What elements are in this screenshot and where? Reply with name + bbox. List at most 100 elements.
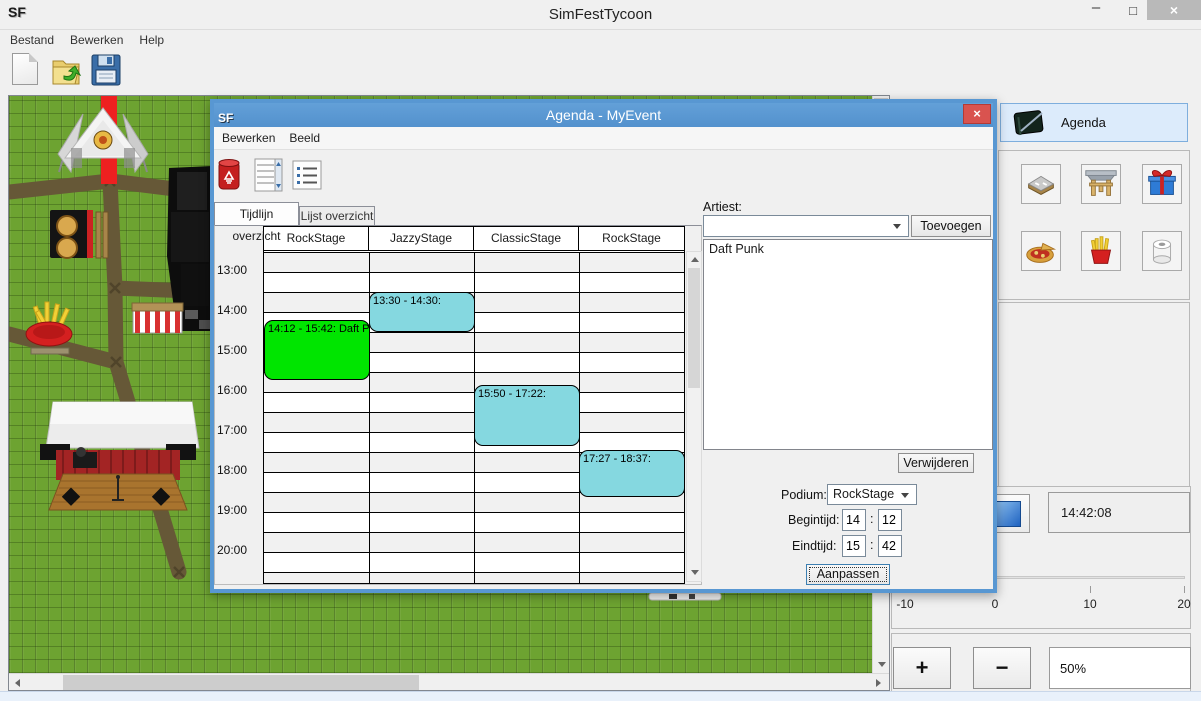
agenda-dialog: SF Agenda - MyEvent × Bewerken Beeld [210, 99, 997, 593]
map-hscroll-thumb[interactable] [63, 675, 419, 690]
scroll-down-icon[interactable] [691, 570, 699, 575]
scroll-left-icon[interactable] [15, 679, 20, 687]
window-bottom-edge [0, 691, 1201, 701]
hour-label: 14:00 [217, 303, 261, 317]
zoom-out-button[interactable]: − [973, 647, 1031, 689]
dialog-titlebar[interactable]: SF Agenda - MyEvent × [214, 103, 993, 127]
apply-button[interactable]: Aanpassen [806, 564, 890, 585]
shop-item-toilet-button[interactable] [1142, 231, 1182, 271]
schedule-scrollbar[interactable] [686, 251, 702, 582]
open-file-button[interactable] [50, 53, 86, 93]
tent-sliver-object[interactable] [649, 593, 721, 600]
begin-hour-input[interactable] [842, 509, 866, 531]
schedule-column-header: JazzyStage [369, 227, 474, 250]
hour-label: 16:00 [217, 383, 261, 397]
dialog-menu-bewerken[interactable]: Bewerken [222, 131, 275, 145]
schedule-column-header: ClassicStage [474, 227, 579, 250]
scroll-up-icon[interactable] [691, 257, 699, 262]
menubar: Bestand Bewerken Help [0, 29, 1201, 49]
agenda-button-label: Agenda [1061, 115, 1106, 130]
delete-event-button[interactable] [216, 157, 242, 198]
shop-item-gift-button[interactable] [1142, 164, 1182, 204]
burger-stand-object[interactable] [50, 210, 108, 258]
hour-label: 19:00 [217, 503, 261, 517]
schedule-body[interactable]: 14:12 - 15:42: Daft Punk13:30 - 14:30: 1… [264, 252, 684, 583]
zoom-value-box: 50% [1049, 647, 1191, 689]
shop-item-pizza-button[interactable] [1021, 231, 1061, 271]
save-button[interactable] [90, 53, 126, 93]
schedule-event[interactable]: 17:27 - 18:37: [579, 450, 684, 497]
end-hour-input[interactable] [842, 535, 866, 557]
pizza-stand-icon [1022, 231, 1060, 271]
app-window: SF SimFestTycoon – □ × Bestand Bewerken … [0, 0, 1201, 701]
shop-item-gate-button[interactable] [1081, 164, 1121, 204]
slider-tick [1184, 586, 1185, 593]
podium-label: Podium: [781, 488, 827, 502]
menu-bewerken[interactable]: Bewerken [70, 33, 123, 47]
dialog-close-button[interactable]: × [963, 104, 991, 124]
shop-item-fries-button[interactable] [1081, 231, 1121, 271]
chevron-down-icon [901, 493, 909, 498]
scroll-right-icon[interactable] [876, 679, 881, 687]
slider-label: 20 [1177, 597, 1190, 611]
agenda-button[interactable]: Agenda [1000, 103, 1188, 142]
fries-stand-icon [1082, 231, 1120, 271]
menu-bestand[interactable]: Bestand [10, 33, 54, 47]
striped-stall-object[interactable] [132, 303, 183, 333]
maximize-button[interactable]: □ [1116, 0, 1150, 22]
clock-display: 14:42:08 [1048, 492, 1190, 533]
menu-help[interactable]: Help [139, 33, 164, 47]
list-bullets-button[interactable] [292, 160, 322, 195]
artist-listbox[interactable]: Daft Punk [703, 239, 993, 450]
hour-label: 18:00 [217, 463, 261, 477]
scroll-down-icon[interactable] [878, 662, 886, 667]
schedule-gridbox: RockStageJazzyStageClassicStageRockStage… [263, 226, 685, 584]
hour-label: 20:00 [217, 543, 261, 557]
clock-value: 14:42:08 [1061, 505, 1112, 520]
tab-lijst-overzicht[interactable]: Lijst overzicht [299, 206, 375, 225]
podium-combobox[interactable]: RockStage [827, 484, 917, 505]
map-horizontal-scrollbar[interactable] [9, 673, 889, 690]
zoom-in-button[interactable]: + [893, 647, 951, 689]
play-icon [995, 501, 1021, 527]
schedule-grid: 13:0014:0015:0016:0017:0018:0019:0020:00… [214, 225, 702, 585]
shop-item-road-button[interactable] [1021, 164, 1061, 204]
schedule-event[interactable]: 15:50 - 17:22: [474, 385, 580, 446]
begin-minute-input[interactable] [878, 509, 902, 531]
tab-tijdlijn-overzicht[interactable]: Tijdlijn overzicht [214, 202, 299, 225]
toilet-paper-icon [1143, 231, 1181, 271]
add-artist-button[interactable]: Toevoegen [911, 215, 991, 237]
podium-combo-value: RockStage [833, 487, 894, 501]
list-item-artist[interactable]: Daft Punk [704, 240, 992, 258]
titlebar: SF SimFestTycoon – □ × [0, 0, 1201, 29]
dialog-menubar: Bewerken Beeld [214, 127, 993, 150]
dialog-menu-beeld[interactable]: Beeld [289, 131, 320, 145]
end-minute-input[interactable] [878, 535, 902, 557]
main-stage-object[interactable] [40, 402, 199, 510]
zoom-value: 50% [1060, 661, 1086, 676]
info-panel-group [998, 302, 1190, 488]
slider-label: -10 [896, 597, 913, 611]
road-tile-icon [1022, 164, 1060, 204]
time-colon: : [870, 538, 873, 552]
new-file-button[interactable] [12, 53, 48, 93]
list-bullets-icon [292, 160, 322, 190]
gift-shop-icon [1143, 164, 1181, 204]
schedule-event[interactable]: 14:12 - 15:42: Daft Punk [264, 320, 370, 380]
end-time-label: Eindtijd: [792, 539, 836, 553]
open-folder-icon [50, 53, 84, 89]
artist-combobox[interactable] [703, 215, 909, 237]
schedule-scroll-thumb[interactable] [688, 268, 700, 388]
schedule-event[interactable]: 13:30 - 14:30: [369, 292, 475, 332]
list-details-icon [254, 157, 284, 193]
slider-tick [1090, 586, 1091, 593]
hour-label: 13:00 [217, 263, 261, 277]
time-colon: : [870, 512, 873, 526]
new-file-icon [12, 53, 38, 85]
main-toolbar [0, 49, 1201, 95]
minimize-button[interactable]: – [1078, 0, 1114, 22]
list-details-button[interactable] [254, 157, 284, 198]
begin-time-label: Begintijd: [788, 513, 839, 527]
close-button[interactable]: × [1147, 0, 1201, 20]
remove-artist-button[interactable]: Verwijderen [898, 453, 974, 473]
